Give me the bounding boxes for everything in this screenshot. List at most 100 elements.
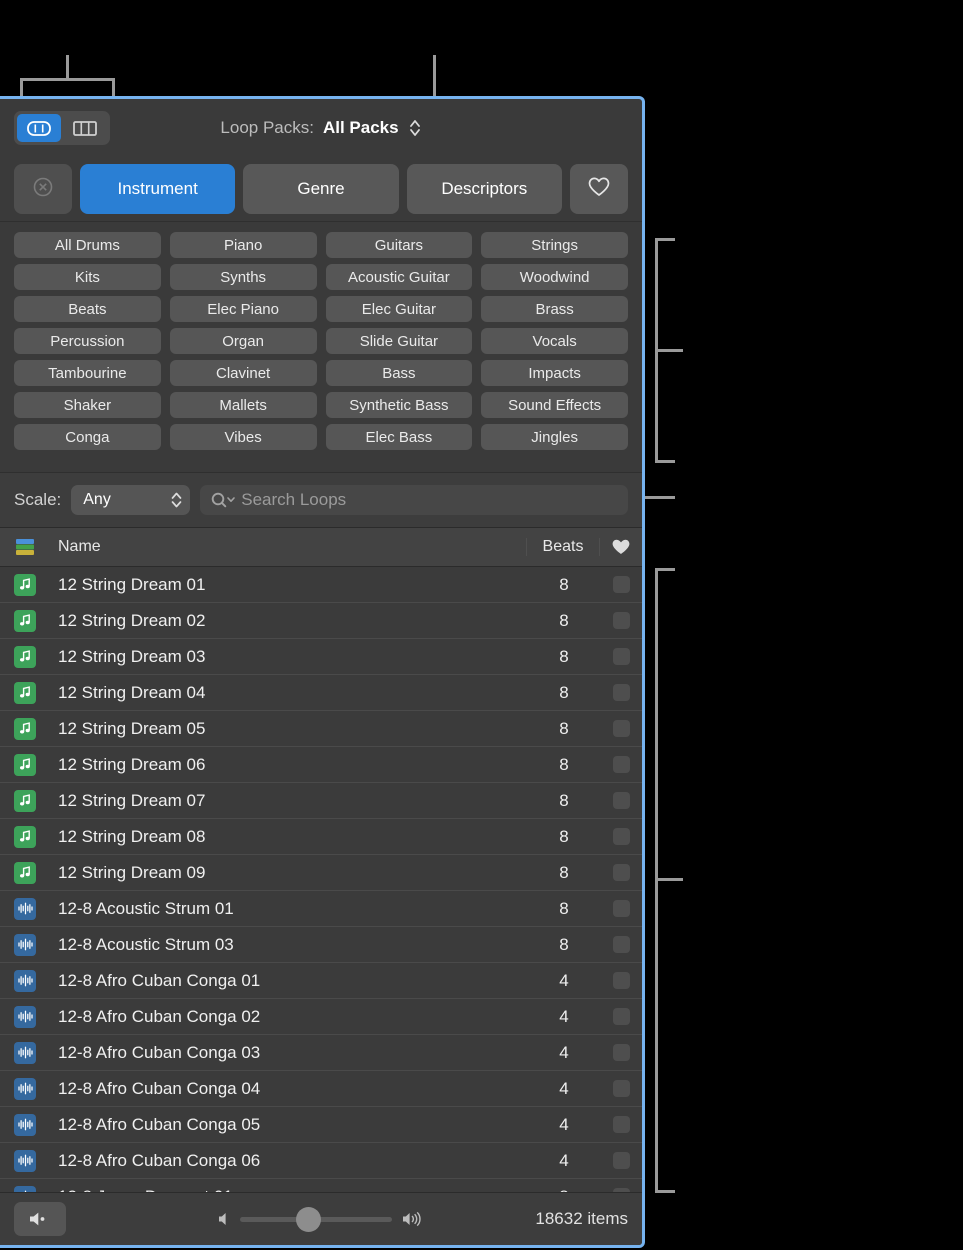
- loop-row[interactable]: 12 String Dream 018: [0, 567, 642, 603]
- favorite-checkbox[interactable]: [613, 648, 630, 665]
- keyword-button[interactable]: Jingles: [481, 424, 628, 450]
- loop-row[interactable]: 12 String Dream 088: [0, 819, 642, 855]
- favorite-checkbox[interactable]: [613, 720, 630, 737]
- loop-name: 12 String Dream 03: [50, 647, 528, 667]
- loop-row[interactable]: 12-8 Acoustic Strum 038: [0, 927, 642, 963]
- loop-favorite-cell: [600, 828, 642, 845]
- view-mode-segmented-control[interactable]: [14, 111, 110, 145]
- search-loops-field[interactable]: Search Loops: [200, 485, 628, 515]
- keyword-button[interactable]: Woodwind: [481, 264, 628, 290]
- loop-row[interactable]: 12-8 Afro Cuban Conga 064: [0, 1143, 642, 1179]
- loop-row[interactable]: 12-8 Afro Cuban Conga 044: [0, 1071, 642, 1107]
- keyword-button[interactable]: Elec Bass: [326, 424, 473, 450]
- favorite-checkbox[interactable]: [613, 1044, 630, 1061]
- keyword-button[interactable]: Acoustic Guitar: [326, 264, 473, 290]
- favorite-checkbox[interactable]: [613, 612, 630, 629]
- search-icon[interactable]: [210, 491, 236, 509]
- keyword-button[interactable]: Synths: [170, 264, 317, 290]
- waveform-icon: [14, 1114, 36, 1136]
- keyword-button[interactable]: Impacts: [481, 360, 628, 386]
- loop-row[interactable]: 12 String Dream 038: [0, 639, 642, 675]
- volume-slider[interactable]: [240, 1217, 392, 1222]
- favorite-checkbox[interactable]: [613, 1152, 630, 1169]
- loop-row[interactable]: 12-8 Afro Cuban Conga 014: [0, 963, 642, 999]
- favorites-filter-button[interactable]: [570, 164, 628, 214]
- button-view-icon[interactable]: [17, 114, 61, 142]
- favorite-checkbox[interactable]: [613, 936, 630, 953]
- loop-row[interactable]: 12 String Dream 028: [0, 603, 642, 639]
- keyword-button[interactable]: Vocals: [481, 328, 628, 354]
- favorite-checkbox[interactable]: [613, 864, 630, 881]
- loop-packs-stepper-icon[interactable]: [408, 117, 422, 139]
- loop-row[interactable]: 12-8 Afro Cuban Conga 034: [0, 1035, 642, 1071]
- favorite-checkbox[interactable]: [613, 972, 630, 989]
- keyword-button[interactable]: Slide Guitar: [326, 328, 473, 354]
- keyword-button[interactable]: Mallets: [170, 392, 317, 418]
- keyword-button[interactable]: Vibes: [170, 424, 317, 450]
- keyword-button[interactable]: Brass: [481, 296, 628, 322]
- keyword-button[interactable]: Clavinet: [170, 360, 317, 386]
- keyword-button[interactable]: Guitars: [326, 232, 473, 258]
- waveform-icon: [14, 934, 36, 956]
- beats-column-header[interactable]: Beats: [526, 538, 599, 556]
- loop-type-cell: [0, 682, 50, 704]
- preview-playback-button[interactable]: [14, 1202, 66, 1236]
- favorite-checkbox[interactable]: [613, 1008, 630, 1025]
- keyword-button[interactable]: Percussion: [14, 328, 161, 354]
- loop-beats: 8: [528, 935, 600, 955]
- loop-row[interactable]: 12 String Dream 068: [0, 747, 642, 783]
- music-note-icon: [14, 718, 36, 740]
- loop-name: 12-8 Afro Cuban Conga 02: [50, 1007, 528, 1027]
- reset-filters-button[interactable]: [14, 164, 72, 214]
- keyword-button[interactable]: Tambourine: [14, 360, 161, 386]
- keyword-button[interactable]: Kits: [14, 264, 161, 290]
- keyword-button[interactable]: Organ: [170, 328, 317, 354]
- favorite-checkbox[interactable]: [613, 576, 630, 593]
- tab-instrument[interactable]: Instrument: [80, 164, 235, 214]
- keyword-button[interactable]: All Drums: [14, 232, 161, 258]
- loop-list[interactable]: 12 String Dream 01812 String Dream 02812…: [0, 567, 642, 1192]
- keyword-button[interactable]: Elec Piano: [170, 296, 317, 322]
- favorite-checkbox[interactable]: [613, 756, 630, 773]
- loop-name: 12 String Dream 07: [50, 791, 528, 811]
- loop-type-cell: [0, 646, 50, 668]
- loop-row[interactable]: 12 String Dream 078: [0, 783, 642, 819]
- keyword-button[interactable]: Shaker: [14, 392, 161, 418]
- keyword-button[interactable]: Strings: [481, 232, 628, 258]
- keyword-button[interactable]: Elec Guitar: [326, 296, 473, 322]
- keyword-grid: All Drums Piano Guitars Strings Kits Synths Ac…: [14, 232, 628, 450]
- favorite-checkbox[interactable]: [613, 1080, 630, 1097]
- favorite-checkbox[interactable]: [613, 684, 630, 701]
- keyword-button[interactable]: Synthetic Bass: [326, 392, 473, 418]
- music-note-icon: [14, 754, 36, 776]
- loop-row[interactable]: 12-8 Acoustic Strum 018: [0, 891, 642, 927]
- tab-descriptors[interactable]: Descriptors: [407, 164, 562, 214]
- loop-packs-value[interactable]: All Packs: [323, 118, 399, 138]
- loop-row[interactable]: 12-8 Afro Cuban Conga 054: [0, 1107, 642, 1143]
- name-column-header[interactable]: Name: [50, 538, 526, 556]
- keyword-button[interactable]: Bass: [326, 360, 473, 386]
- keyword-button[interactable]: Beats: [14, 296, 161, 322]
- favorite-checkbox[interactable]: [613, 792, 630, 809]
- keyword-button[interactable]: Conga: [14, 424, 161, 450]
- keyword-button[interactable]: Sound Effects: [481, 392, 628, 418]
- speaker-icon: [27, 1210, 53, 1228]
- favorite-checkbox[interactable]: [613, 828, 630, 845]
- favorite-column-header[interactable]: [599, 538, 642, 556]
- scale-popup-button[interactable]: Any: [71, 485, 190, 515]
- tab-genre[interactable]: Genre: [243, 164, 398, 214]
- loop-type-column-header[interactable]: [0, 537, 50, 557]
- favorite-checkbox[interactable]: [613, 900, 630, 917]
- loop-row[interactable]: 12 String Dream 048: [0, 675, 642, 711]
- favorite-checkbox[interactable]: [613, 1116, 630, 1133]
- loop-beats: 4: [528, 1043, 600, 1063]
- column-view-icon[interactable]: [63, 114, 107, 142]
- music-note-icon: [14, 790, 36, 812]
- loop-packs-label: Loop Packs:: [220, 118, 314, 138]
- loop-row[interactable]: 12-8 Jazzy Drumset 018: [0, 1179, 642, 1192]
- loop-row[interactable]: 12 String Dream 098: [0, 855, 642, 891]
- loop-row[interactable]: 12 String Dream 058: [0, 711, 642, 747]
- loop-row[interactable]: 12-8 Afro Cuban Conga 024: [0, 999, 642, 1035]
- volume-slider-knob[interactable]: [296, 1207, 321, 1232]
- keyword-button[interactable]: Piano: [170, 232, 317, 258]
